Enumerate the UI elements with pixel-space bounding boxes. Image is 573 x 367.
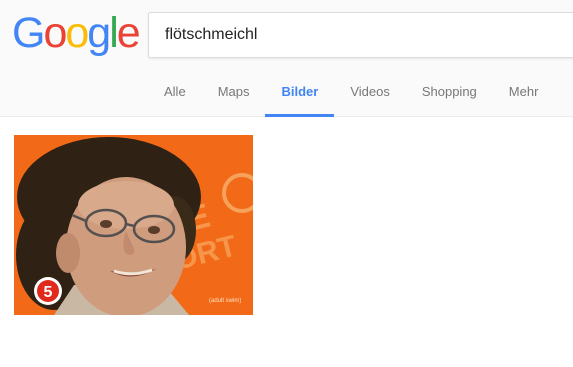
tab-maps[interactable]: Maps (202, 70, 266, 116)
tab-videos[interactable]: Videos (334, 70, 406, 116)
image-caption: (adult swim) (209, 298, 241, 304)
image-results: HE ORT (14, 135, 253, 315)
search-tabs: Alle Maps Bilder Videos Shopping Mehr (148, 70, 555, 117)
channel-logo-text: 5 (44, 284, 53, 301)
header: Google Alle Maps Bilder Videos Shopping … (0, 0, 573, 117)
logo-letter: o (65, 9, 89, 57)
image-result-thumbnail[interactable]: HE ORT (14, 135, 253, 315)
logo-letter: e (116, 9, 141, 57)
tab-alle[interactable]: Alle (148, 70, 202, 116)
tab-shopping[interactable]: Shopping (406, 70, 493, 116)
logo-letter: g (87, 9, 111, 57)
result-image: HE ORT (14, 135, 253, 315)
tab-mehr[interactable]: Mehr (493, 70, 555, 116)
logo-letter: G (12, 9, 45, 57)
logo-letter: o (43, 9, 67, 57)
google-logo[interactable]: Google (12, 9, 141, 57)
tab-bilder[interactable]: Bilder (265, 70, 335, 117)
search-box[interactable] (148, 12, 573, 58)
logo-letter: l (109, 9, 118, 57)
search-input[interactable] (165, 13, 565, 57)
